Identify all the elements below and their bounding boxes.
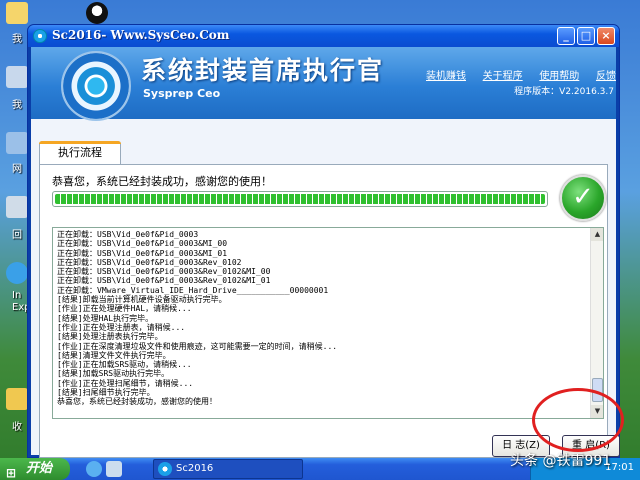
start-label: 开始 xyxy=(26,461,53,476)
log-line: 正在卸载：USB\Vid_0e0f&Pid_0003&MI_01 xyxy=(57,248,228,258)
internet-explorer-icon[interactable] xyxy=(6,262,28,284)
link-feedback[interactable]: 反馈 xyxy=(596,67,616,82)
log-line: [结果]清理文件文件执行完毕。 xyxy=(57,350,171,360)
minimize-button[interactable]: _ xyxy=(557,27,575,45)
my-documents-icon[interactable] xyxy=(6,2,28,24)
ie-quicklaunch-icon[interactable] xyxy=(86,461,102,477)
title-bar[interactable]: Sc2016- Www.SysCeo.Com _ □ × xyxy=(28,25,619,47)
progress-bar xyxy=(52,191,548,207)
log-line: [结果]处理HAL执行完毕。 xyxy=(57,313,154,323)
link-earn-money[interactable]: 装机赚钱 xyxy=(426,67,466,82)
desktop-label: 我 xyxy=(12,34,22,45)
log-line: [结果]处理注册表执行完毕。 xyxy=(57,332,163,342)
qq-icon[interactable] xyxy=(86,2,108,24)
app-logo-icon xyxy=(61,51,131,121)
log-line: [结果]加载SRS驱动执行完毕。 xyxy=(57,369,170,379)
desktop-label: In xyxy=(12,290,22,301)
desktop-label: 回 xyxy=(12,230,22,241)
show-desktop-icon[interactable] xyxy=(106,461,122,477)
link-help[interactable]: 使用帮助 xyxy=(539,67,579,82)
app-icon xyxy=(33,29,47,43)
log-line: [作业]正在深度清理垃圾文件和使用痕迹，这可能需要一定的时间，请稍候... xyxy=(57,341,338,351)
check-icon: ✓ xyxy=(560,175,606,221)
window-title: Sc2016- Www.SysCeo.Com xyxy=(52,28,230,42)
red-circle-annotation xyxy=(532,388,624,452)
execution-panel: 恭喜您，系统已经封装成功，感谢您的使用！ ✓ 正在卸载：USB\Vid_0e0f… xyxy=(39,164,620,458)
log-line: 正在卸载：USB\Vid_0e0f&Pid_0003&Rev_0102 xyxy=(57,257,242,267)
network-icon[interactable] xyxy=(6,132,28,154)
desktop-icons: 我 我 网 回 In Exp 收 xyxy=(0,0,31,460)
log-line: 正在卸载：USB\Vid_0e0f&Pid_0003&Rev_0102&MI_0… xyxy=(57,276,271,286)
maximize-button[interactable]: □ xyxy=(577,27,595,45)
app-title: 系统封装首席执行官 xyxy=(141,56,385,85)
desktop-label: 收 xyxy=(12,422,22,433)
watermark: 头条 @铁雷991 xyxy=(510,453,612,469)
log-line: [作业]正在处理注册表，请稍候... xyxy=(57,322,186,332)
progress-fill xyxy=(55,194,545,204)
app-header: 系统封装首席执行官 Sysprep Ceo 装机赚钱 关于程序 使用帮助 反馈 … xyxy=(31,47,616,121)
log-line: 恭喜您，系统已经封装成功，感谢您的使用！ xyxy=(57,397,217,407)
log-line: [结果]卸载当前计算机硬件设备驱动执行完毕。 xyxy=(57,295,227,305)
tab-execution-flow[interactable]: 执行流程 xyxy=(39,141,121,165)
log-line: [结果]扫尾细节执行完毕。 xyxy=(57,388,155,398)
log-line: [作业]正在处理硬件HAL，请稍候... xyxy=(57,304,192,314)
start-button[interactable]: ⊞ 开始 xyxy=(0,458,70,480)
app-icon xyxy=(158,462,172,476)
app-window: Sc2016- Www.SysCeo.Com _ □ × 系统封装首席执行官 S… xyxy=(27,24,620,458)
app-subtitle: Sysprep Ceo xyxy=(143,87,221,100)
window-client: 系统封装首席执行官 Sysprep Ceo 装机赚钱 关于程序 使用帮助 反馈 … xyxy=(31,47,620,458)
log-line: [作业]正在处理扫尾细节，请稍候... xyxy=(57,378,194,388)
log-box[interactable]: 正在卸载：USB\Vid_0e0f&Pid_0003 正在卸载：USB\Vid_0… xyxy=(52,227,604,419)
close-button[interactable]: × xyxy=(597,27,615,45)
version-label: 程序版本：V2.2016.3.7 xyxy=(514,87,614,97)
link-about[interactable]: 关于程序 xyxy=(483,67,523,82)
status-message: 恭喜您，系统已经封装成功，感谢您的使用！ xyxy=(52,175,272,188)
windows-logo-icon: ⊞ xyxy=(6,466,17,480)
log-line: 正在卸载：USB\Vid_0e0f&Pid_0003 xyxy=(57,230,199,239)
taskbar-item-sc2016[interactable]: Sc2016 xyxy=(153,459,303,479)
scroll-up-icon[interactable]: ▲ xyxy=(591,228,603,241)
my-computer-icon[interactable] xyxy=(6,66,28,88)
desktop-label: 我 xyxy=(12,100,22,111)
log-lines: 正在卸载：USB\Vid_0e0f&Pid_0003 正在卸载：USB\Vid_0… xyxy=(57,230,589,407)
log-line: 正在卸载：USB\Vid_0e0f&Pid_0003&MI_00 xyxy=(57,239,228,249)
header-links: 装机赚钱 关于程序 使用帮助 反馈 xyxy=(426,67,616,82)
folder-icon[interactable] xyxy=(6,388,28,410)
desktop-label: 网 xyxy=(12,164,22,175)
log-line: 正在卸载：VMware_Virtual_IDE_Hard_Drive______… xyxy=(57,285,329,295)
recycle-bin-icon[interactable] xyxy=(6,196,28,218)
taskbar-item-label: Sc2016 xyxy=(176,463,214,474)
